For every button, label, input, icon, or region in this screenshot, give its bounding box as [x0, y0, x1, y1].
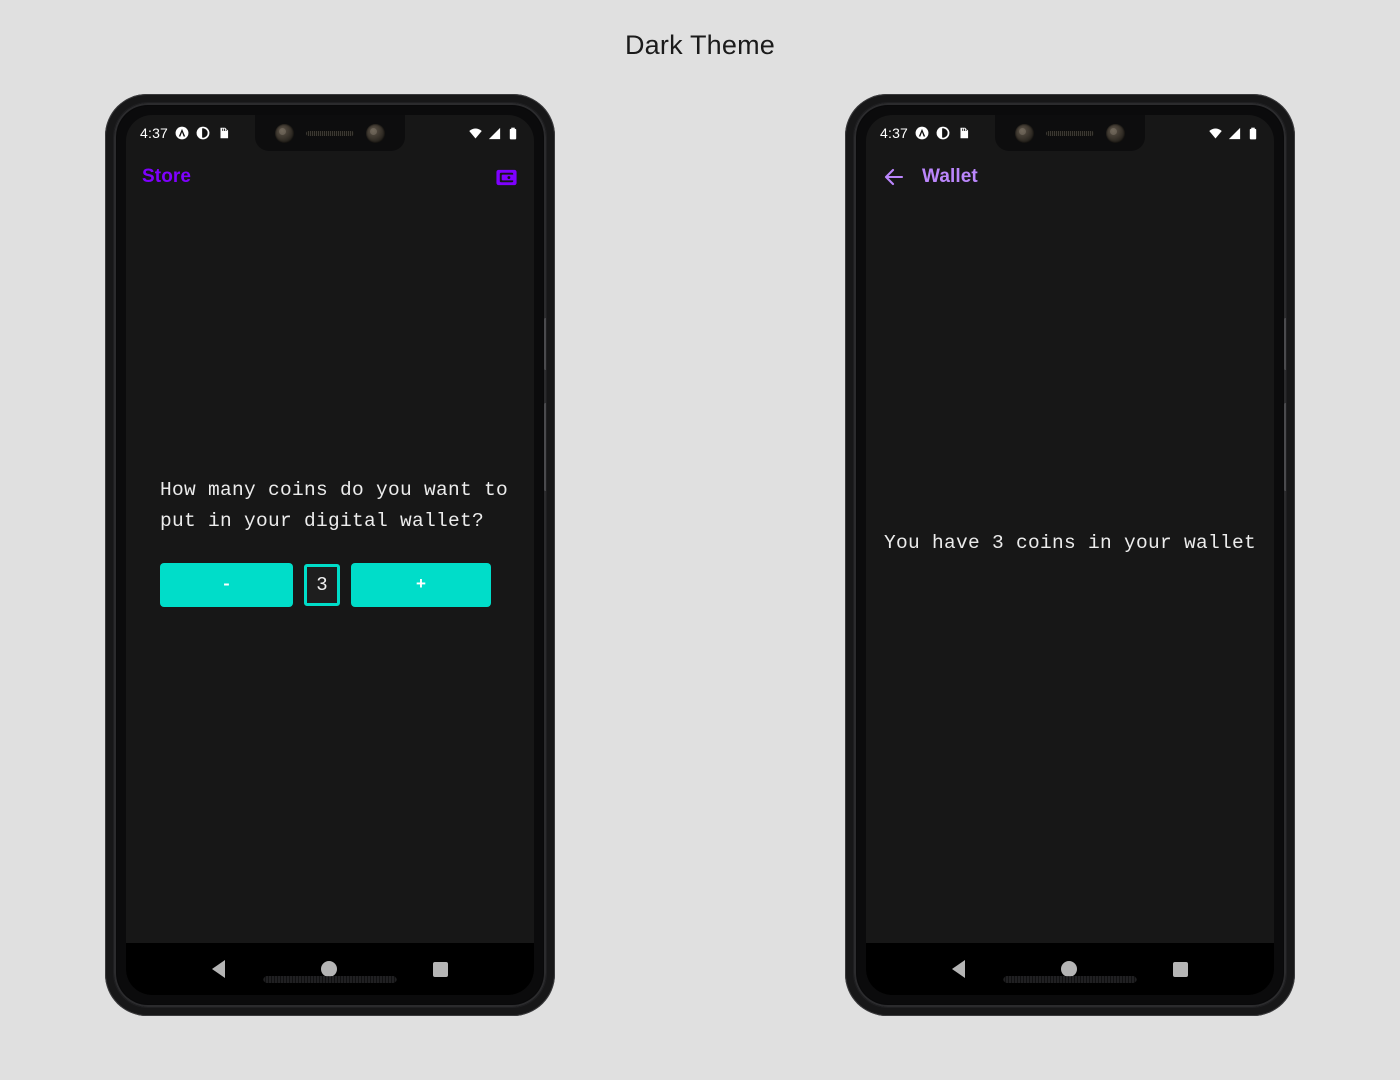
do-not-disturb-icon	[936, 126, 950, 140]
recents-nav-button[interactable]	[1173, 961, 1188, 977]
status-bar-left: 4:37	[880, 125, 971, 141]
status-bar: 4:37	[866, 115, 1274, 151]
wallet-screen: 4:37 Wallet You have 3 coins in your wal…	[866, 115, 1274, 995]
status-bar-right	[468, 126, 520, 141]
battery-icon	[509, 127, 517, 139]
decrement-button[interactable]: -	[160, 563, 293, 607]
arrow-left-icon[interactable]	[882, 165, 906, 189]
coin-count-input[interactable]: 3	[304, 564, 340, 606]
status-time: 4:37	[140, 125, 169, 141]
status-time: 4:37	[880, 125, 909, 141]
coin-entry-block: How many coins do you want to put in you…	[160, 475, 518, 607]
store-app-title: Store	[142, 166, 192, 187]
sd-card-icon	[960, 127, 969, 139]
wallet-app-bar: Wallet	[866, 151, 1274, 203]
wifi-icon	[1209, 128, 1222, 138]
page-title: Dark Theme	[624, 30, 776, 60]
power-button[interactable]	[544, 318, 546, 370]
sd-card-icon	[220, 127, 229, 139]
coin-counter-row: - 3 +	[160, 563, 518, 607]
cell-signal-icon	[1228, 127, 1241, 139]
store-phone-frame: 4:37 Store How many coins do you want to…	[105, 94, 555, 1016]
cell-signal-icon	[488, 127, 501, 139]
volume-button[interactable]	[544, 403, 546, 491]
coin-question-text: How many coins do you want to put in you…	[160, 479, 509, 532]
status-bar-left: 4:37	[140, 125, 231, 141]
store-content: How many coins do you want to put in you…	[126, 203, 534, 943]
wallet-icon[interactable]	[495, 166, 518, 189]
wallet-content: You have 3 coins in your wallet	[866, 203, 1274, 943]
do-not-disturb-icon	[196, 126, 210, 140]
wallet-phone-frame: 4:37 Wallet You have 3 coins in your wal…	[845, 94, 1295, 1016]
phone-bezel: 4:37	[114, 103, 546, 1007]
phone-bezel: 4:37	[854, 103, 1286, 1007]
home-nav-button[interactable]	[321, 961, 337, 977]
power-button[interactable]	[1284, 318, 1286, 370]
store-screen: 4:37 Store How many coins do you want to…	[126, 115, 534, 995]
increment-button[interactable]: +	[351, 563, 491, 607]
wifi-icon	[469, 128, 482, 138]
recents-nav-button[interactable]	[433, 961, 448, 977]
android-nav-bar	[126, 943, 534, 995]
bottom-speaker-grille	[263, 976, 397, 983]
android-auto-icon	[915, 126, 929, 140]
back-nav-button[interactable]	[212, 960, 225, 978]
store-app-bar: Store	[126, 151, 534, 203]
wallet-app-title: Wallet	[922, 166, 978, 187]
volume-button[interactable]	[1284, 403, 1286, 491]
wallet-balance-text: You have 3 coins in your wallet	[883, 532, 1257, 554]
android-nav-bar	[866, 943, 1274, 995]
bottom-speaker-grille	[1003, 976, 1137, 983]
back-nav-button[interactable]	[952, 960, 965, 978]
status-bar-right	[1208, 126, 1260, 141]
battery-icon	[1249, 127, 1257, 139]
status-bar: 4:37	[126, 115, 534, 151]
wallet-message-block: You have 3 coins in your wallet	[866, 203, 1274, 943]
android-auto-icon	[175, 126, 189, 140]
home-nav-button[interactable]	[1061, 961, 1077, 977]
